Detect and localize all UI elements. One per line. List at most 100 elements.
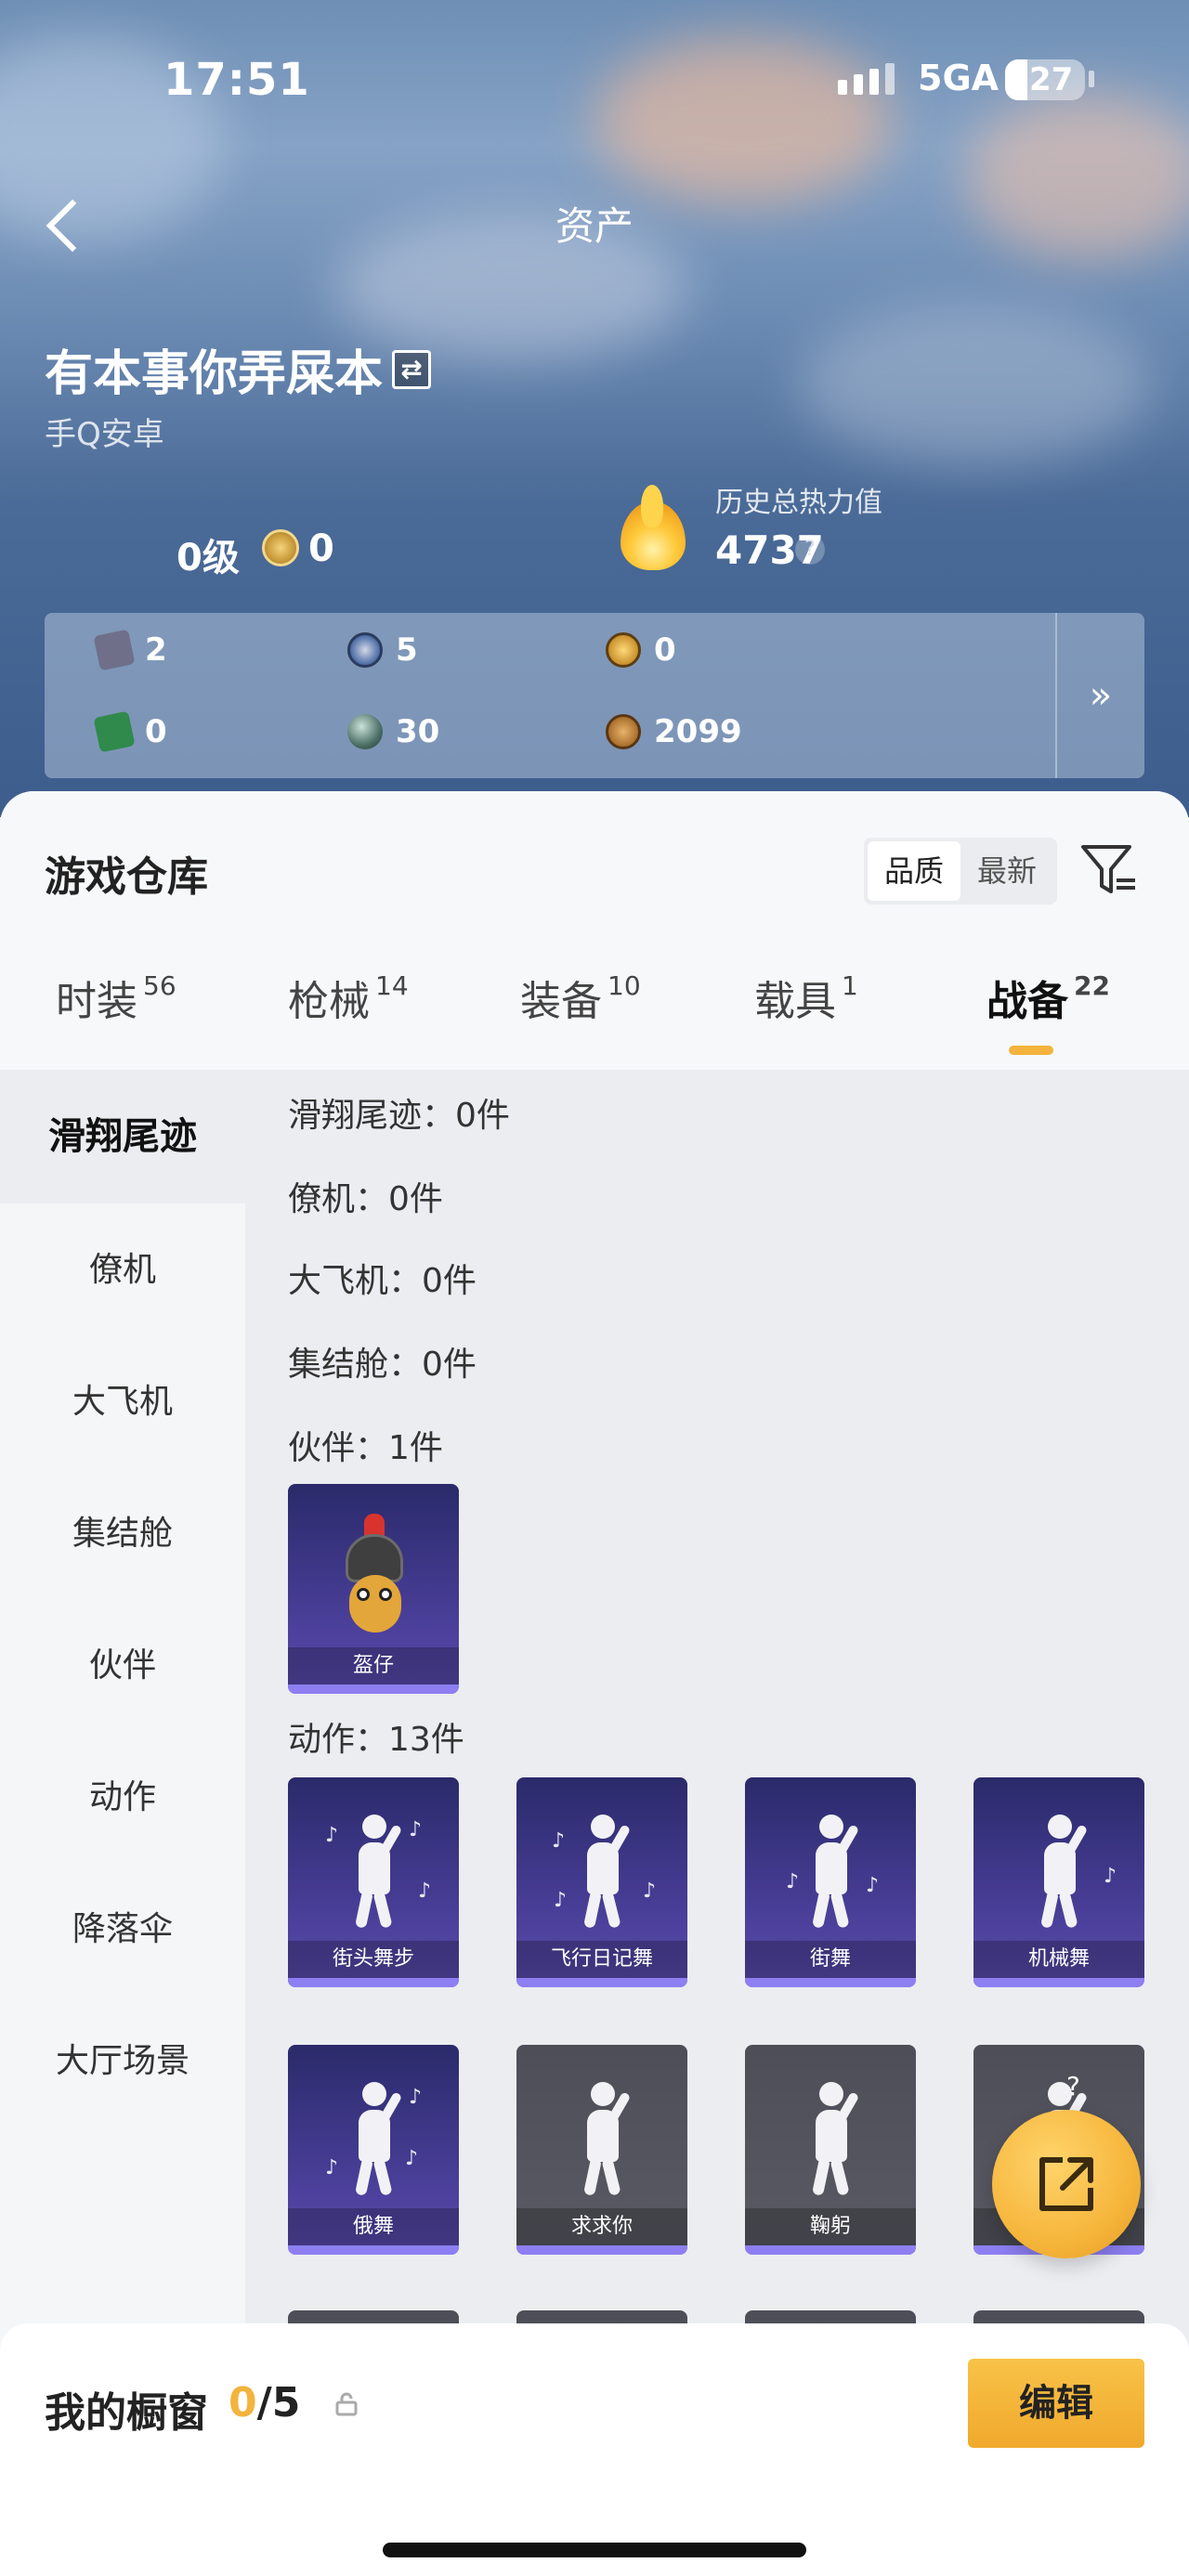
lock-icon — [335, 2392, 358, 2416]
edit-button[interactable]: 编辑 — [968, 2359, 1144, 2448]
item-card[interactable]: 盔仔 — [288, 1484, 459, 1694]
currency-more-button[interactable]: » — [1055, 613, 1144, 778]
item-card[interactable]: ♪ 机械舞 — [973, 1777, 1144, 1987]
sort-newest-button[interactable]: 最新 — [960, 841, 1053, 901]
currency-value: 30 — [396, 713, 440, 750]
currency-item: 30 — [347, 713, 439, 750]
currency-value: 5 — [396, 631, 418, 669]
currency-value: 0 — [145, 713, 167, 750]
section-partner: 伙伴：1件 — [288, 1429, 443, 1467]
item-card[interactable]: ♪ ♪ 街舞 — [745, 1777, 916, 1987]
item-name: 俄舞 — [288, 2208, 459, 2245]
tab-label: 战备 — [986, 978, 1068, 1025]
sidebar-item-glide-trail[interactable]: 滑翔尾迹 — [0, 1070, 245, 1203]
item-name: 鞠躬 — [745, 2208, 916, 2245]
switch-account-icon[interactable]: ⇄ — [392, 349, 432, 389]
dance-figure-icon — [346, 2082, 403, 2196]
battery-tip — [1089, 71, 1094, 87]
section-glide: 滑翔尾迹：0件 — [288, 1097, 510, 1135]
sidebar-item-partner[interactable]: 伙伴 — [0, 1599, 245, 1733]
sidebar-item-parachute[interactable]: 降落伞 — [0, 1863, 245, 1997]
dance-figure-icon — [803, 2082, 860, 2196]
share-icon — [1039, 2157, 1093, 2211]
tab-count: 10 — [608, 970, 641, 1001]
item-name: 街舞 — [745, 1941, 916, 1978]
rank-badge-icon — [262, 529, 299, 566]
home-indicator — [383, 2543, 806, 2557]
dance-figure-icon — [574, 2082, 632, 2196]
section-wingman: 僚机：0件 — [288, 1180, 443, 1218]
showcase-count: 0/5 — [229, 2379, 300, 2426]
network-type: 5GA — [918, 58, 1000, 98]
item-name: 机械舞 — [973, 1941, 1144, 1978]
currency-item: 5 — [347, 631, 418, 669]
status-time: 17:51 — [163, 54, 310, 106]
tab-label: 枪械 — [288, 978, 370, 1025]
currency-item: 0 — [606, 631, 676, 669]
orb-icon — [347, 714, 383, 749]
coin-gold-icon — [606, 632, 641, 668]
tab-label: 时装 — [56, 978, 137, 1025]
sort-quality-button[interactable]: 品质 — [868, 841, 960, 901]
dance-figure-icon — [574, 1815, 632, 1929]
warehouse-header: 游戏仓库 品质 最新 时装 56 枪械 14 装备 10 载具 1 战备 22 — [0, 791, 1189, 1070]
showcase-bar: 我的橱窗 0/5 编辑 — [0, 2323, 1189, 2576]
tab-label: 装备 — [520, 978, 602, 1025]
signal-icon — [838, 63, 895, 95]
fire-icon — [617, 485, 689, 570]
currency-value: 2 — [145, 631, 167, 669]
tab-count: 22 — [1074, 970, 1110, 1001]
item-card[interactable]: 求求你 — [516, 2045, 687, 2255]
help-icon[interactable]: ? — [795, 535, 825, 565]
showcase-title: 我的橱窗 — [45, 2389, 208, 2437]
sidebar-item-action[interactable]: 动作 — [0, 1731, 245, 1865]
section-action: 动作：13件 — [288, 1721, 464, 1759]
player-level: 0级 — [176, 537, 240, 579]
item-name: 求求你 — [516, 2208, 687, 2245]
item-name: 盔仔 — [288, 1647, 459, 1685]
battery-icon: 27 — [1005, 59, 1085, 100]
currency-value: 2099 — [654, 713, 742, 750]
player-name-text: 有本事你弄屎本 — [45, 346, 384, 402]
card-icon — [93, 629, 136, 671]
item-card[interactable]: ♪ ♪ ♪ 飞行日记舞 — [516, 1777, 687, 1987]
item-card[interactable]: ♪ ♪ ♪ 俄舞 — [288, 2045, 459, 2255]
showcase-total: /5 — [256, 2379, 301, 2426]
battery-level: 27 — [1029, 61, 1074, 98]
sidebar-item-plane[interactable]: 大飞机 — [0, 1335, 245, 1469]
active-tab-indicator — [1009, 1046, 1053, 1055]
tab-fashion[interactable]: 时装 56 — [56, 968, 176, 1027]
coin-silver-icon — [347, 632, 383, 668]
tab-weapons[interactable]: 枪械 14 — [288, 968, 409, 1027]
item-name: 飞行日记舞 — [516, 1941, 687, 1978]
warehouse-title: 游戏仓库 — [45, 853, 208, 901]
item-card[interactable]: 鞠躬 — [745, 2045, 916, 2255]
power-label: 历史总热力值 — [715, 487, 882, 519]
currency-item: 2099 — [606, 713, 742, 750]
rank-value: 0 — [308, 527, 334, 570]
tab-equipment[interactable]: 装备 10 — [520, 968, 641, 1027]
tab-vehicles[interactable]: 载具 1 — [754, 968, 858, 1027]
dance-figure-icon — [803, 1815, 860, 1929]
tab-count: 1 — [842, 970, 858, 1001]
tab-label: 载具 — [754, 978, 836, 1025]
currency-value: 0 — [654, 631, 676, 669]
sidebar-item-wingman[interactable]: 僚机 — [0, 1203, 245, 1337]
showcase-current: 0 — [229, 2379, 257, 2426]
sort-toggle: 品质 最新 — [864, 838, 1057, 904]
currency-panel[interactable]: 2 5 0 0 30 2099 » — [45, 613, 1144, 778]
sidebar-item-pod[interactable]: 集结舱 — [0, 1467, 245, 1601]
sidebar-item-lobby-scene[interactable]: 大厅场景 — [0, 1995, 245, 2128]
item-card[interactable]: ♪ ♪ ♪ 街头舞步 — [288, 1777, 459, 1987]
share-button[interactable] — [992, 2110, 1141, 2258]
partner-image — [325, 1510, 422, 1649]
dance-figure-icon — [346, 1815, 403, 1929]
tab-battle-gear[interactable]: 战备 22 — [986, 968, 1110, 1027]
tab-count: 56 — [143, 970, 176, 1001]
filter-icon[interactable] — [1079, 839, 1139, 899]
item-name: 街头舞步 — [288, 1941, 459, 1978]
currency-item: 2 — [93, 629, 167, 671]
warehouse-sheet: 游戏仓库 品质 最新 时装 56 枪械 14 装备 10 载具 1 战备 22 滑翔尾迹 … — [0, 791, 1189, 2576]
dance-figure-icon — [1031, 1815, 1089, 1929]
section-pod: 集结舱：0件 — [288, 1346, 477, 1384]
